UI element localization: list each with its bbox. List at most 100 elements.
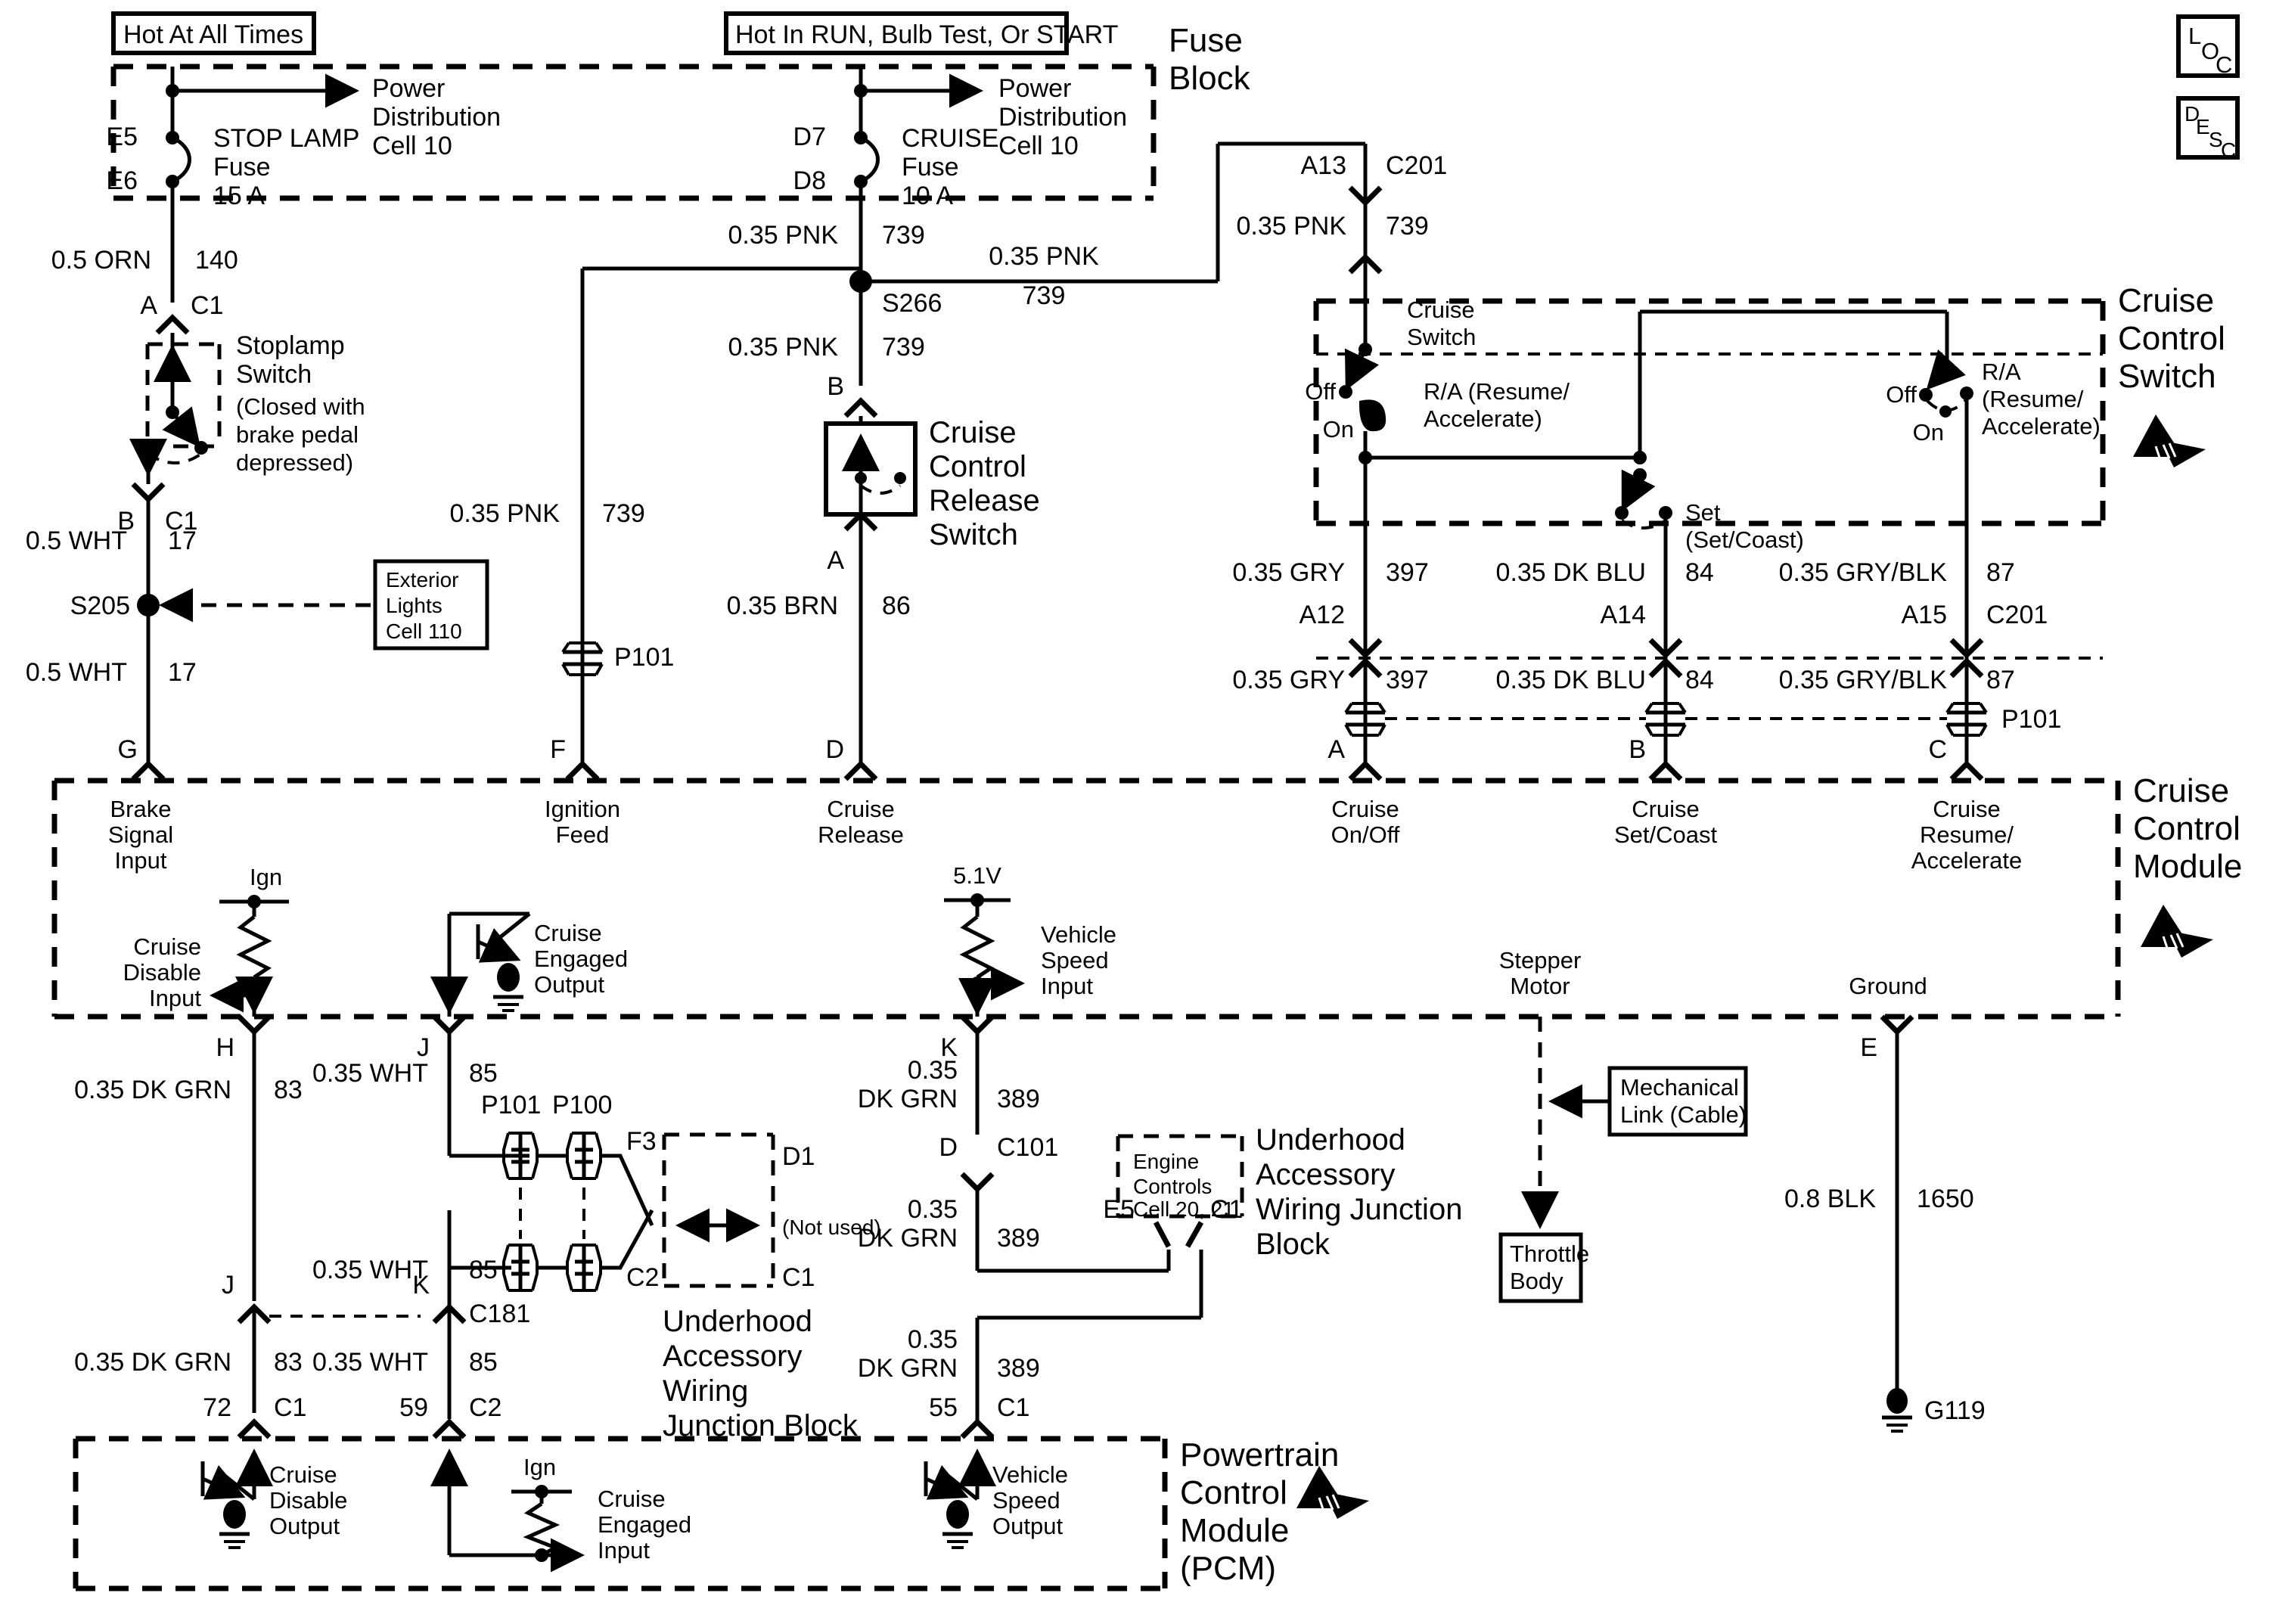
desc-tag-c: C	[2221, 138, 2236, 162]
ccm-cruise-engaged-1: Cruise	[534, 920, 602, 946]
wire-pnk739left-circuit: 739	[602, 499, 645, 528]
ccm-stepper-motor-1: Stepper	[1499, 947, 1582, 973]
wire-gryblk87top-circuit: 87	[1986, 558, 2015, 587]
pcm-cruise-engaged-in-1: Cruise	[598, 1486, 666, 1512]
wire-brn86-circuit: 86	[882, 592, 911, 620]
cruise-switch-knob-icon	[1359, 399, 1386, 432]
underhood2-title-1: Underhood	[1256, 1123, 1405, 1157]
wire-blk1650-circuit: 1650	[1917, 1185, 1974, 1213]
ccm-pin-g: G	[118, 735, 138, 764]
cruise-switch-inner-label-2: Switch	[1407, 324, 1476, 350]
ccm-51v-label: 5.1V	[953, 862, 1001, 889]
power-dist-1-line3: Cell 10	[372, 132, 452, 160]
stop-lamp-fuse-pin-top: E5	[106, 123, 138, 151]
wire-dkgrn389-1-l2: DK GRN	[858, 1085, 958, 1113]
pcm-cruise-disable-1: Cruise	[269, 1461, 337, 1488]
pcm-pin-72: 72	[203, 1393, 231, 1422]
pcm-cruise-engaged-in-3: Input	[598, 1537, 650, 1563]
fuse-block-title-2: Block	[1169, 60, 1251, 97]
stoplamp-note-2: brake pedal	[236, 421, 359, 448]
ground-symbol-icon	[223, 1500, 246, 1529]
wire-dkgrn389-2-circuit: 389	[997, 1224, 1040, 1253]
underhood-f3-label: F3	[626, 1127, 657, 1156]
wire-gry397top-circuit: 397	[1386, 558, 1429, 587]
underhood2-title-4: Block	[1256, 1228, 1331, 1261]
hot-in-run-label: Hot In RUN, Bulb Test, Or START	[735, 20, 1118, 49]
esd-warning-icon	[1296, 1466, 1369, 1519]
ground-point-g119: G119	[1924, 1396, 1986, 1425]
ground-symbol-icon	[1886, 1388, 1908, 1414]
cruise-switch-right-ra-2: (Resume/	[1982, 386, 2084, 412]
ccm-label-onoff-2: On/Off	[1331, 821, 1400, 848]
wire-dkgrn389-3-l2: DK GRN	[858, 1354, 958, 1383]
connector-p100-upper	[566, 1132, 602, 1180]
ccm-cruise-engaged-3: Output	[534, 971, 604, 998]
wire-wht17b-circuit: 17	[168, 658, 197, 687]
ccm-label-brake-1: Brake	[110, 796, 172, 822]
wire-pnk739top-color: 0.35 PNK	[728, 221, 838, 250]
mechanical-link-2: Link (Cable)	[1620, 1101, 1747, 1128]
exterior-lights-line2: Lights	[386, 594, 442, 617]
wire-wht17b-color: 0.5 WHT	[26, 658, 127, 687]
cruise-fuse-line2: Fuse	[902, 153, 959, 182]
p100-pair-label: P100	[552, 1091, 612, 1119]
wire-pnk739mid-color: 0.35 PNK	[728, 333, 838, 362]
pcm-cruise-disable-3: Output	[269, 1513, 340, 1539]
cruise-release-pin-top: B	[827, 372, 844, 401]
pcm-title-1: Powertrain	[1180, 1436, 1339, 1473]
wire-brn86-color: 0.35 BRN	[727, 592, 838, 620]
conn-c101-label: C101	[997, 1133, 1058, 1162]
wiring-diagram-canvas: Hot At All Times Hot In RUN, Bulb Test, …	[0, 0, 2273, 1624]
wire-wht85bot-circuit: 85	[469, 1348, 498, 1377]
wire-dkblu84top-color: 0.35 DK BLU	[1496, 558, 1646, 587]
resistor-icon	[959, 915, 995, 980]
stoplamp-moving-contact	[162, 406, 201, 448]
pcm-title-3: Module	[1180, 1512, 1289, 1549]
wire-gry397bot-color: 0.35 GRY	[1232, 666, 1345, 694]
desc-tag-e: E	[2196, 115, 2210, 138]
cruise-release-pin-bottom: A	[827, 546, 844, 575]
exterior-lights-line1: Exterior	[386, 568, 458, 592]
stoplamp-switch	[145, 342, 222, 449]
ccm-bottom-pin-e: E	[1860, 1033, 1877, 1062]
pcm-cruise-engaged-in-2: Engaged	[598, 1511, 691, 1538]
cruise-switch-set-1: Set	[1685, 499, 1721, 526]
c201-top-pin: A13	[1301, 151, 1347, 180]
ccm-title-2: Control	[2133, 810, 2240, 847]
splice-s205-dot	[137, 594, 160, 616]
wire-pnk739c201-circuit: 739	[1386, 212, 1429, 241]
resistor-icon	[523, 1501, 560, 1557]
stop-lamp-fuse-line2: Fuse	[213, 153, 271, 182]
p101-pair-label: P101	[481, 1091, 541, 1119]
ccm-vsi-1: Vehicle	[1041, 921, 1116, 948]
switch-contact-dot	[894, 472, 906, 484]
connector-p100-lower	[566, 1244, 602, 1292]
power-dist-1-line1: Power	[372, 74, 445, 103]
cruise-release-title-4: Switch	[929, 518, 1018, 551]
splice-s205-label: S205	[70, 592, 130, 620]
ccm-label-release-2: Release	[818, 821, 904, 848]
underhood-junction-block-1	[662, 1132, 775, 1288]
wire-dkblu84top-circuit: 84	[1685, 558, 1714, 587]
ccm-label-brake-2: Signal	[108, 821, 173, 848]
ccm-cruise-disable-1: Cruise	[133, 933, 201, 960]
pcm-pin-59: 59	[399, 1393, 428, 1422]
cruise-switch-inner-label-1: Cruise	[1407, 297, 1475, 323]
ground-symbol-icon	[497, 963, 520, 992]
fuse-block-title-1: Fuse	[1169, 22, 1243, 59]
p101-left-label: P101	[614, 643, 674, 672]
wire-pnk739top-circuit: 739	[882, 221, 925, 250]
ccm-pin-c: C	[1928, 735, 1947, 764]
hot-at-all-times-label: Hot At All Times	[123, 20, 303, 49]
ccm-bottom-pin-h: H	[216, 1033, 234, 1062]
cruise-release-title-2: Control	[929, 450, 1026, 483]
wire-gryblk87top-color: 0.35 GRY/BLK	[1779, 558, 1948, 587]
ccm-label-resume-1: Cruise	[1933, 796, 2001, 822]
mechanical-link-1: Mechanical	[1620, 1074, 1739, 1101]
ccm-vsi-3: Input	[1041, 973, 1093, 999]
pcm-cruise-disable-2: Disable	[269, 1487, 347, 1514]
pcm-vso-1: Vehicle	[992, 1461, 1068, 1488]
pcm-ign-label: Ign	[523, 1454, 556, 1480]
wire-pnk739left-color: 0.35 PNK	[449, 499, 560, 528]
cruise-switch-right-ra-1: R/A	[1982, 359, 2021, 385]
